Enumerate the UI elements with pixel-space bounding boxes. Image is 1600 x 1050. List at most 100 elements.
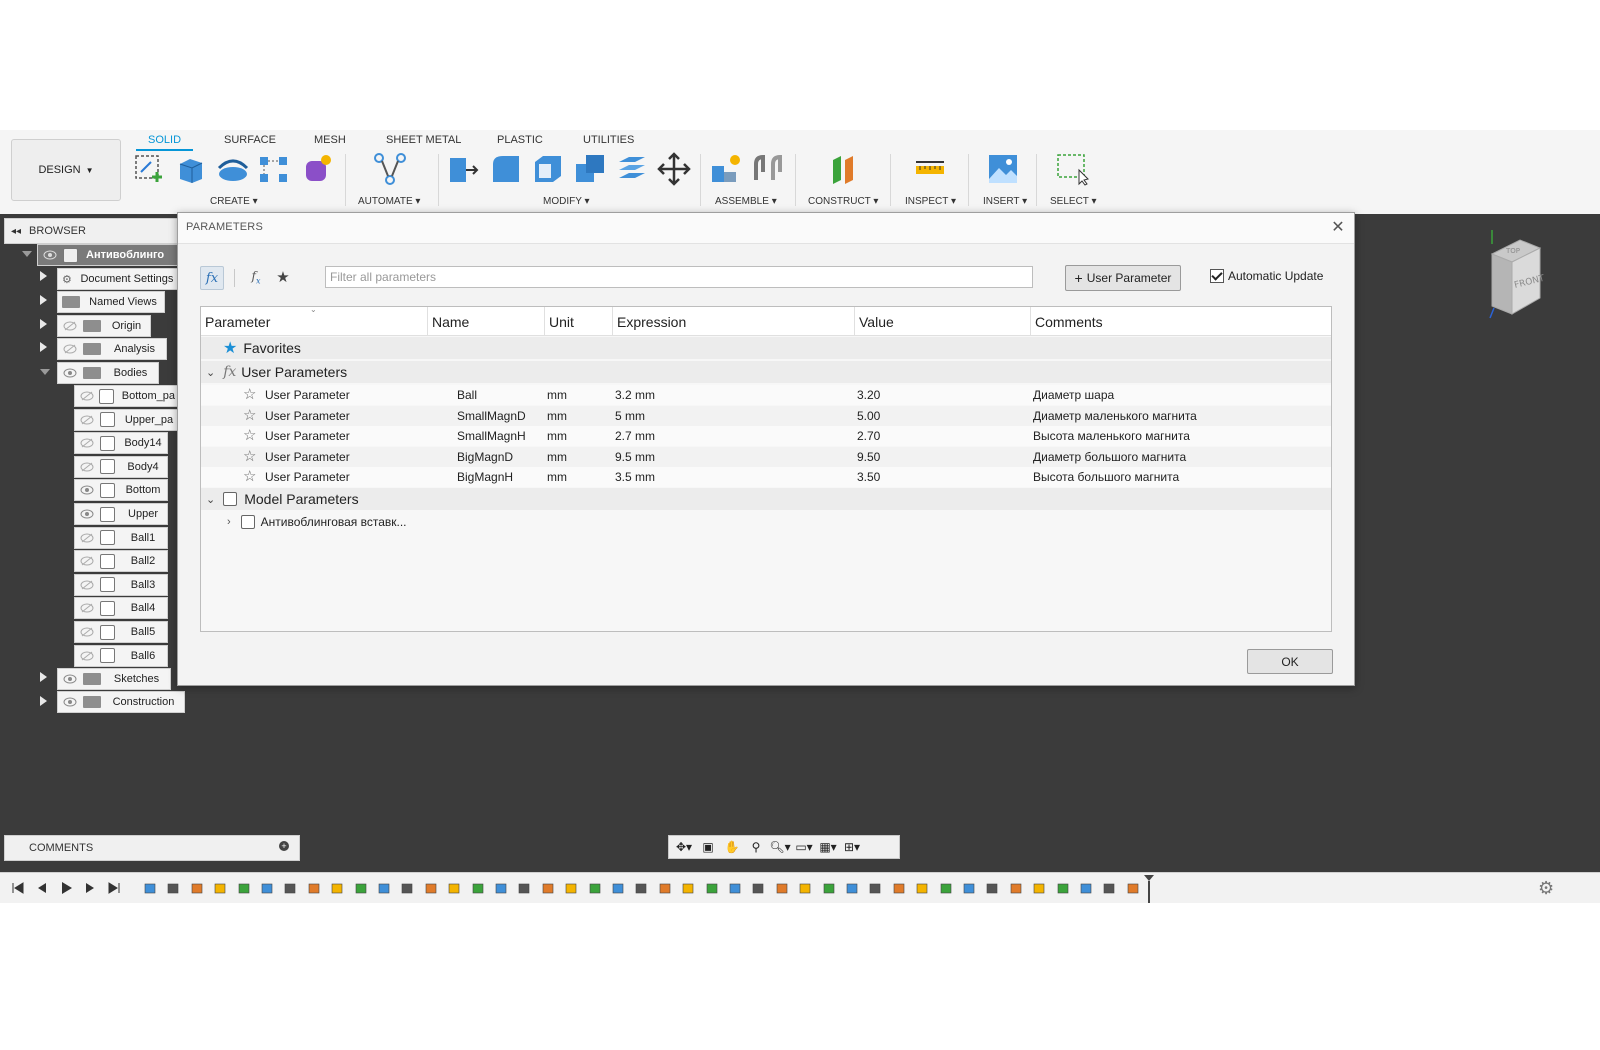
param-name-cell[interactable]: BigMagnD [457,450,513,464]
timeline-feature-icon[interactable] [1102,881,1116,895]
timeline-feature-icon[interactable] [143,881,157,895]
viewcube-top-label[interactable]: TOP [1505,247,1520,255]
chevron-right-icon[interactable]: › [227,516,231,528]
timeline-marker[interactable] [1143,873,1155,903]
hidden-eye-icon[interactable] [78,625,96,639]
timeline-feature-icon[interactable] [307,881,321,895]
favorites-user-filter-button[interactable]: fx [245,266,267,288]
favorite-star-icon[interactable]: ☆ [243,385,256,403]
param-comment-cell[interactable]: Высота маленького магнита [1033,429,1190,443]
timeline-feature-icon[interactable] [260,881,274,895]
modify-menu[interactable]: MODIFY ▾ [543,196,590,207]
body-item[interactable]: Ball4 [74,597,168,620]
viewports-icon[interactable]: ⊞▾ [841,838,863,856]
add-user-parameter-button[interactable]: + User Parameter [1065,265,1181,291]
visibility-eye-icon[interactable] [78,507,96,521]
timeline-feature-icon[interactable] [471,881,485,895]
tab-sheet-metal[interactable]: SHEET METAL [386,130,461,146]
timeline-feature-icon[interactable] [213,881,227,895]
display-settings-icon[interactable]: ▭▾ [793,838,815,856]
combine-icon[interactable] [573,152,607,186]
look-at-icon[interactable]: ▣ [697,838,719,856]
visibility-eye-icon[interactable] [61,366,79,380]
user-parameters-section-row[interactable]: ⌄ fx User Parameters [201,361,1331,383]
timeline-feature-icon[interactable] [190,881,204,895]
automatic-update-checkbox[interactable]: Automatic Update [1210,269,1323,283]
select-menu[interactable]: SELECT ▾ [1050,196,1097,207]
close-icon[interactable]: ✕ [1330,219,1346,236]
timeline-feature-icon[interactable] [564,881,578,895]
timeline-feature-icon[interactable] [330,881,344,895]
body-item[interactable]: Upper_pa [74,408,180,431]
expand-arrow-icon[interactable] [40,672,47,682]
construct-plane-icon[interactable] [827,152,861,186]
visibility-eye-icon[interactable] [41,248,59,262]
timeline-feature-icon[interactable] [634,881,648,895]
column-header-name[interactable]: Name [432,314,469,330]
revolve-icon[interactable] [216,152,250,186]
browser-item-named-views[interactable]: Named Views [57,291,165,313]
model-component-row[interactable]: › Антивоблинговая вставк... [201,512,1331,532]
param-comment-cell[interactable]: Диаметр шара [1033,388,1114,402]
collapse-arrow-icon[interactable] [40,369,50,375]
param-expression-cell[interactable]: 9.5 mm [615,450,655,464]
favorites-section-row[interactable]: ★ Favorites [201,337,1331,359]
browser-item-construction[interactable]: Construction [57,691,185,713]
timeline-feature-icon[interactable] [845,881,859,895]
browser-panel-header[interactable]: ◂◂ BROWSER [4,218,182,244]
hidden-eye-icon[interactable] [78,389,95,403]
visibility-eye-icon[interactable] [61,695,79,709]
fillet-icon[interactable] [489,152,523,186]
visibility-eye-icon[interactable] [78,483,96,497]
timeline-feature-icon[interactable] [400,881,414,895]
favorite-star-icon[interactable]: ☆ [243,447,256,465]
column-header-parameter[interactable]: Parameter [205,314,270,330]
table-row[interactable]: ☆ User Parameter SmallMagnH mm 2.7 mm 2.70 Выс… [201,426,1331,447]
browser-root-node[interactable]: Антивоблинго [37,244,180,266]
timeline-feature-icon[interactable] [962,881,976,895]
play-icon[interactable] [58,880,74,896]
timeline-feature-icon[interactable] [1032,881,1046,895]
expand-arrow-icon[interactable] [40,696,47,706]
param-name-cell[interactable]: BigMagnH [457,470,513,484]
timeline-feature-icon[interactable] [517,881,531,895]
hidden-eye-icon[interactable] [78,436,96,450]
insert-image-icon[interactable] [986,152,1020,186]
column-divider[interactable] [612,307,613,335]
expand-arrow-icon[interactable] [40,319,47,329]
grid-icon[interactable]: ▦▾ [817,838,839,856]
hidden-eye-icon[interactable] [78,531,96,545]
column-divider[interactable] [544,307,545,335]
body-item[interactable]: Ball3 [74,573,168,596]
timeline-feature-icon[interactable] [915,881,929,895]
insert-menu[interactable]: INSERT ▾ [983,196,1027,207]
timeline-feature-icon[interactable] [658,881,672,895]
timeline-feature-icon[interactable] [354,881,368,895]
timeline-feature-icon[interactable] [1079,881,1093,895]
hidden-eye-icon[interactable] [78,649,96,663]
timeline-feature-icon[interactable] [775,881,789,895]
hidden-eye-icon[interactable] [78,413,96,427]
table-row[interactable]: ☆ User Parameter BigMagnD mm 9.5 mm 9.50 Диаме… [201,446,1331,467]
browser-item-sketches[interactable]: Sketches [57,668,171,690]
visibility-eye-icon[interactable] [61,672,79,686]
construct-menu[interactable]: CONSTRUCT ▾ [808,196,878,207]
zoom-icon[interactable]: ⚲ [745,838,767,856]
fit-icon[interactable]: 🔍︎▾ [769,838,791,856]
timeline-feature-icon[interactable] [447,881,461,895]
tab-solid[interactable]: SOLID [135,130,194,151]
table-row[interactable]: ☆ User Parameter SmallMagnD mm 5 mm 5.00 Диаме… [201,405,1331,426]
orbit-icon[interactable]: ✥▾ [673,838,695,856]
go-to-end-icon[interactable] [106,880,122,896]
body-item[interactable]: Ball6 [74,644,168,667]
param-name-cell[interactable]: SmallMagnH [457,429,526,443]
go-to-start-icon[interactable] [10,880,26,896]
expand-arrow-icon[interactable] [40,342,47,352]
timeline-feature-icon[interactable] [1126,881,1140,895]
timeline-feature-icon[interactable] [798,881,812,895]
browser-item-document-settings[interactable]: ⚙ Document Settings [57,268,179,290]
move-icon[interactable] [657,152,691,186]
create-sketch-icon[interactable] [133,152,167,186]
timeline-feature-icon[interactable] [541,881,555,895]
timeline-feature-icon[interactable] [494,881,508,895]
